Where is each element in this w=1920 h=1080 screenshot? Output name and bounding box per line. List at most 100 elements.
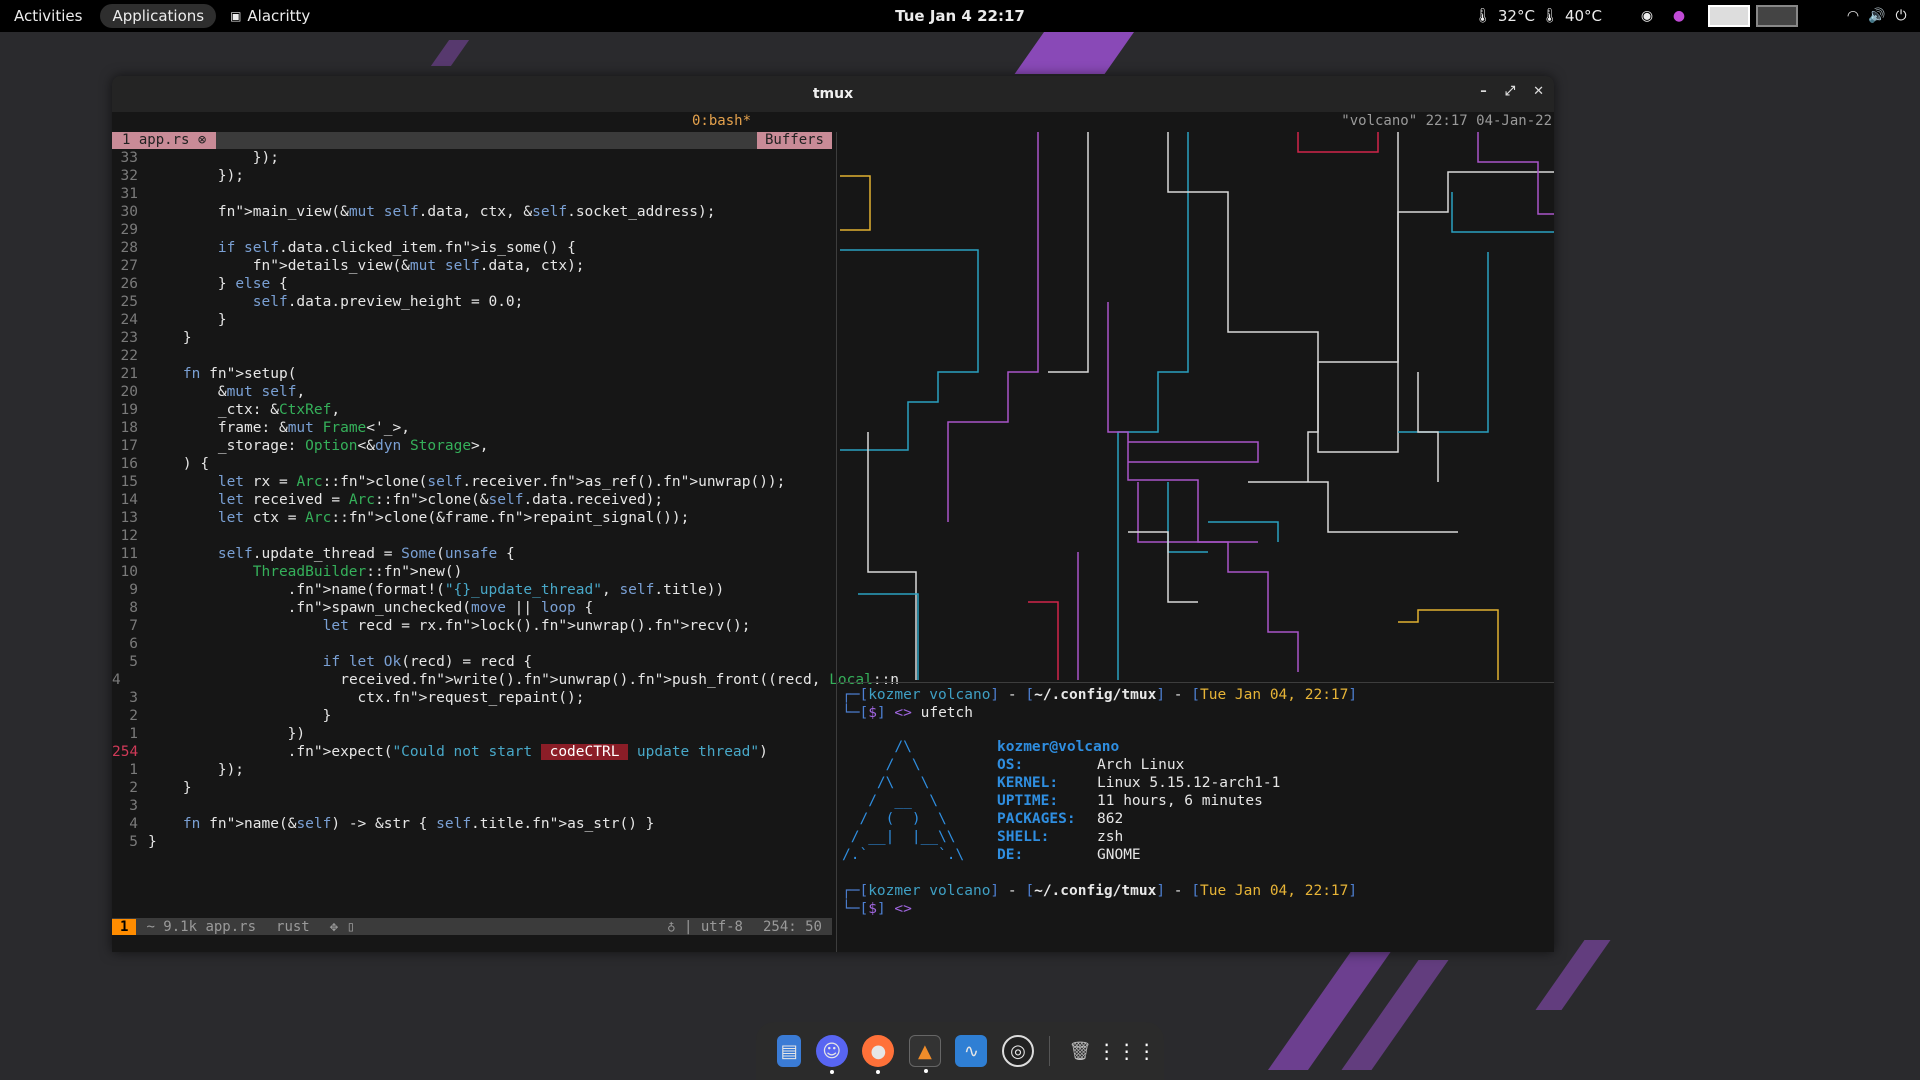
code-line[interactable]: 254 .fn">expect("Could not start codeCTR…	[112, 743, 832, 761]
code-line[interactable]: 4 received.fn">write().fn">unwrap().fn">…	[112, 671, 899, 689]
code-text: self.data.preview_height = 0.0;	[252, 294, 524, 310]
code-text: if self.data.clicked_item.fn">is_some() …	[217, 240, 576, 256]
tmux-window-label[interactable]: 0:bash*	[692, 113, 751, 129]
line-number: 5	[129, 654, 138, 670]
system-monitor-icon[interactable]: ∿	[955, 1035, 988, 1067]
pane-divider-vertical[interactable]	[836, 132, 837, 952]
code-line[interactable]: 1 })	[112, 725, 832, 743]
code-line[interactable]: 7 let recd = rx.fn">lock().fn">unwrap().…	[112, 617, 832, 635]
app-grid-icon[interactable]: ⋮⋮⋮	[1097, 1035, 1157, 1067]
code-line[interactable]: 2 }	[112, 779, 832, 797]
code-line[interactable]: 28 if self.data.clicked_item.fn">is_some…	[112, 239, 832, 257]
pane-divider-horizontal[interactable]	[838, 682, 1554, 683]
buffer-tab-app-rs[interactable]: 1 app.rs ⊗	[112, 132, 217, 149]
code-line[interactable]: 20 &mut self,	[112, 383, 832, 401]
minimize-button[interactable]: –	[1480, 84, 1487, 99]
mode-indicator: 1	[112, 918, 137, 935]
clock[interactable]: Tue Jan 4 22:17	[881, 0, 1039, 32]
discord-tray-icon[interactable]: ◉	[1638, 7, 1656, 25]
code-line[interactable]: 31	[112, 185, 832, 203]
code-line[interactable]: 11 self.update_thread = Some(unsafe {	[112, 545, 832, 563]
code-line[interactable]: 27 fn">details_view(&mut self.data, ctx)…	[112, 257, 832, 275]
alacritty-icon[interactable]: ▲	[908, 1035, 941, 1073]
line-number: 14	[120, 492, 138, 508]
command-line[interactable]: └─[$] <>	[842, 900, 1552, 918]
ufetch-value: zsh	[1097, 829, 1124, 845]
code-line[interactable]: 3 ctx.fn">request_repaint();	[112, 689, 832, 707]
obs-icon[interactable]: ◎	[1002, 1035, 1034, 1067]
terminal-area[interactable]: 0:bash* "volcano" 22:17 04-Jan-22 1 app.…	[112, 112, 1554, 952]
workspace-2[interactable]	[1756, 5, 1798, 27]
code-line[interactable]: 1 });	[112, 761, 832, 779]
activities-button[interactable]: Activities	[0, 0, 96, 32]
code-line[interactable]: 5}	[112, 833, 832, 851]
editor-pane[interactable]: 1 app.rs ⊗ Buffers 33 }); 32 }); 31 30 fn">…	[112, 132, 899, 952]
code-text: let rx = Arc::fn">clone(self.receiver.fn…	[217, 474, 786, 490]
workspace-1[interactable]	[1708, 5, 1750, 27]
files-icon[interactable]: ▤	[777, 1035, 802, 1067]
cpu-temp[interactable]: 32°C	[1498, 7, 1535, 25]
code-view[interactable]: 33 }); 32 }); 31 30 fn">main_view(&mut self…	[112, 149, 899, 851]
window-titlebar[interactable]: tmux – ⤢ ✕	[112, 76, 1554, 112]
maximize-button[interactable]: ⤢	[1505, 84, 1515, 99]
ascii-line: / __ \	[842, 793, 939, 809]
code-line[interactable]: 25 self.data.preview_height = 0.0;	[112, 293, 832, 311]
code-line[interactable]: 26 } else {	[112, 275, 832, 293]
code-text: _ctx: &CtxRef,	[148, 402, 341, 418]
line-number: 24	[120, 312, 138, 328]
code-line[interactable]: 9 .fn">name(format!("{}_update_thread", …	[112, 581, 832, 599]
gpu-temp[interactable]: 40°C	[1565, 7, 1602, 25]
close-button[interactable]: ✕	[1533, 84, 1544, 99]
code-line[interactable]: 8 .fn">spawn_unchecked(move || loop {	[112, 599, 832, 617]
code-text: fn fn">setup(	[182, 366, 297, 382]
code-line[interactable]: 17 _storage: Option<&dyn Storage>,	[112, 437, 832, 455]
volume-icon[interactable]: 🔊	[1868, 7, 1886, 25]
ufetch-output: /\ / \ /\ \ / __ \ / ( ) \ / __| |__\\ /.…	[842, 738, 1552, 864]
ufetch-row: UPTIME: 11 hours, 6 minutes	[997, 792, 1280, 810]
discord-icon[interactable]: ☺	[815, 1035, 848, 1074]
code-line[interactable]: 12	[112, 527, 832, 545]
code-line[interactable]: 24 }	[112, 311, 832, 329]
code-line[interactable]: 5 if let Ok(recd) = recd {	[112, 653, 832, 671]
code-line[interactable]: 15 let rx = Arc::fn">clone(self.receiver…	[112, 473, 832, 491]
wifi-icon[interactable]: ◠	[1844, 7, 1862, 25]
code-line[interactable]: 6	[112, 635, 832, 653]
firefox-icon[interactable]: ●	[862, 1035, 895, 1074]
ascii-line: / ( ) \	[842, 811, 947, 827]
power-icon[interactable]: ⏻	[1892, 7, 1910, 25]
code-line[interactable]: 3	[112, 797, 832, 815]
code-text: received.fn">write().fn">unwrap().fn">pu…	[130, 672, 900, 688]
code-text: ctx.fn">request_repaint();	[148, 690, 585, 706]
focused-app-menu[interactable]: ▣ Alacritty	[216, 0, 324, 32]
code-line[interactable]: 2 }	[112, 707, 832, 725]
line-number: 11	[120, 546, 138, 562]
code-line[interactable]: 16 ) {	[112, 455, 832, 473]
code-line[interactable]: 4 fn fn">name(&self) -> &str { self.titl…	[112, 815, 832, 833]
code-line[interactable]: 21 fn fn">setup(	[112, 365, 832, 383]
trash-icon[interactable]: 🗑	[1064, 1035, 1096, 1067]
code-line[interactable]: 23 }	[112, 329, 832, 347]
code-line[interactable]: 30 fn">main_view(&mut self.data, ctx, &s…	[112, 203, 832, 221]
code-line[interactable]: 33 });	[112, 149, 832, 167]
code-line[interactable]: 18 frame: &mut Frame<'_>,	[112, 419, 832, 437]
code-line[interactable]: 32 });	[112, 167, 832, 185]
code-line[interactable]: 14 let received = Arc::fn">clone(&self.d…	[112, 491, 832, 509]
ufetch-row: OS: Arch Linux	[997, 756, 1280, 774]
code-text: });	[148, 150, 279, 166]
code-text: .fn">name(format!("{}_update_thread", se…	[148, 582, 725, 598]
code-line[interactable]: 22	[112, 347, 832, 365]
line-number: 23	[120, 330, 138, 346]
code-line[interactable]: 13 let ctx = Arc::fn">clone(&frame.fn">r…	[112, 509, 832, 527]
code-line[interactable]: 10 ThreadBuilder::fn">new()	[112, 563, 832, 581]
ascii-line: /.` `.\	[842, 847, 965, 863]
firefox-tray-icon[interactable]: ●	[1670, 7, 1688, 25]
applications-menu[interactable]: Applications	[100, 4, 217, 28]
line-number: 6	[129, 636, 138, 652]
line-number: 254	[112, 744, 139, 760]
code-line[interactable]: 29	[112, 221, 832, 239]
code-text: }	[148, 330, 192, 346]
code-line[interactable]: 19 _ctx: &CtxRef,	[112, 401, 832, 419]
code-text: self.update_thread = Some(unsafe {	[217, 546, 515, 562]
pipes-screensaver-pane	[840, 132, 1554, 680]
shell-pane[interactable]: ┌─[kozmer volcano] - [~/.config/tmux] - …	[842, 686, 1552, 918]
